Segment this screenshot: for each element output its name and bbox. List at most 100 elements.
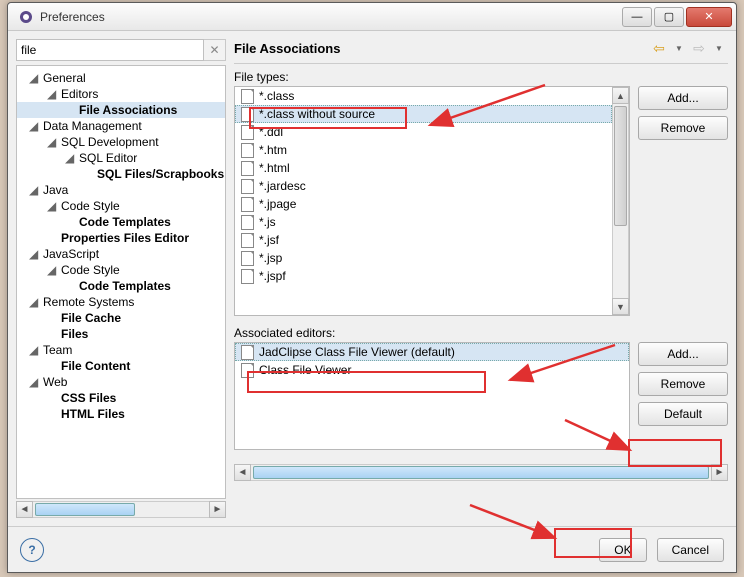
tree-item[interactable]: Code Templates [17,278,225,294]
tree-item[interactable]: File Content [17,358,225,374]
tree-item[interactable]: Properties Files Editor [17,230,225,246]
tree-item-label: Team [43,343,72,357]
twisty-icon[interactable]: ◢ [47,87,57,97]
scroll-thumb[interactable] [253,466,709,479]
scroll-thumb[interactable] [35,503,135,516]
filetype-label: *.class [259,89,294,103]
twisty-icon[interactable]: ◢ [29,183,39,193]
cancel-button[interactable]: Cancel [657,538,724,562]
scroll-left-arrow[interactable]: ◄ [16,501,33,518]
scroll-right-arrow[interactable]: ► [711,464,728,481]
maximize-button[interactable]: ▢ [654,7,684,27]
scroll-right-arrow[interactable]: ► [209,501,226,518]
chevron-down-icon: ▼ [715,44,723,53]
editor-item[interactable]: Class File Viewer [235,361,629,379]
scroll-thumb[interactable] [614,106,627,226]
filetypes-add-button[interactable]: Add... [638,86,728,110]
twisty-icon[interactable]: ◢ [47,199,57,209]
twisty-icon[interactable]: ◢ [47,135,57,145]
tree-item[interactable]: CSS Files [17,390,225,406]
nav-back-menu[interactable]: ▼ [670,39,688,57]
filetype-item[interactable]: *.class [235,87,612,105]
editor-item[interactable]: JadClipse Class File Viewer (default) [235,343,629,361]
tree-item[interactable]: File Cache [17,310,225,326]
minimize-button[interactable]: ― [622,7,652,27]
tree-item[interactable]: Code Templates [17,214,225,230]
editor-label: Class File Viewer [259,363,351,377]
scroll-up-arrow[interactable]: ▲ [612,87,629,104]
filetypes-vscrollbar[interactable]: ▲ ▼ [612,87,629,315]
file-icon [239,214,255,230]
filetype-label: *.htm [259,143,287,157]
tree-item-label: Code Style [61,199,120,213]
twisty-icon[interactable]: ◢ [47,263,57,273]
nav-forward-button[interactable]: ⇨ [690,39,708,57]
tree-item[interactable]: ◢Editors [17,86,225,102]
clear-filter-button[interactable]: ✕ [204,39,226,61]
editors-default-button[interactable]: Default [638,402,728,426]
help-button[interactable]: ? [20,538,44,562]
tree-item[interactable]: Files [17,326,225,342]
close-button[interactable]: ✕ [686,7,732,27]
tree-item[interactable]: ◢SQL Development [17,134,225,150]
tree-item-label: File Content [61,359,130,373]
editor-label: JadClipse Class File Viewer (default) [259,345,455,359]
scroll-down-arrow[interactable]: ▼ [612,298,629,315]
editors-remove-button[interactable]: Remove [638,372,728,396]
editors-add-button[interactable]: Add... [638,342,728,366]
tree-item[interactable]: File Associations [17,102,225,118]
main-hscrollbar[interactable]: ◄ ► [234,464,728,481]
sidebar: ✕ ◢General◢EditorsFile Associations◢Data… [16,39,226,518]
tree-item-label: Remote Systems [43,295,134,309]
tree-item[interactable]: ◢ Remote Systems [17,294,225,310]
twisty-icon[interactable]: ◢ [65,151,75,161]
filetype-item[interactable]: *.jspf [235,267,612,285]
file-icon [239,196,255,212]
filetype-item[interactable]: *.js [235,213,612,231]
preferences-tree[interactable]: ◢General◢EditorsFile Associations◢Data M… [16,65,226,499]
tree-item[interactable]: HTML Files [17,406,225,422]
tree-item[interactable]: ◢Data Management [17,118,225,134]
filetype-label: *.js [259,215,276,229]
page-title: File Associations [234,41,648,56]
scroll-left-arrow[interactable]: ◄ [234,464,251,481]
tree-item[interactable]: SQL Files/Scrapbooks [17,166,225,182]
nav-back-button[interactable]: ⇦ [650,39,668,57]
file-icon [239,88,255,104]
filetype-item[interactable]: *.html [235,159,612,177]
tree-item-label: Code Templates [79,215,171,229]
tree-item[interactable]: ◢Web [17,374,225,390]
tree-item-label: Properties Files Editor [61,231,189,245]
editors-list[interactable]: JadClipse Class File Viewer (default) Cla… [234,342,630,450]
tree-item[interactable]: ◢General [17,70,225,86]
tree-item[interactable]: ◢JavaScript [17,246,225,262]
filetypes-list[interactable]: *.class *.class without source*.ddl *.htm *… [234,86,630,316]
filetype-item[interactable]: *.htm [235,141,612,159]
twisty-icon[interactable]: ◢ [29,119,39,129]
tree-item[interactable]: ◢Java [17,182,225,198]
main-panel: File Associations ⇦ ▼ ⇨ ▼ File types: *.… [234,39,728,518]
ok-button[interactable]: OK [599,538,646,562]
filetype-item[interactable]: *.ddl [235,123,612,141]
tree-item[interactable]: ◢ Team [17,342,225,358]
tree-item[interactable]: ◢ Code Style [17,198,225,214]
sidebar-hscrollbar[interactable]: ◄ ► [16,501,226,518]
filetype-item[interactable]: *.jsf [235,231,612,249]
twisty-icon[interactable]: ◢ [29,295,39,305]
nav-forward-menu[interactable]: ▼ [710,39,728,57]
preferences-window: Preferences ― ▢ ✕ ✕ ◢General◢EditorsFile… [7,2,737,573]
tree-item[interactable]: ◢SQL Editor [17,150,225,166]
twisty-icon[interactable]: ◢ [29,247,39,257]
twisty-icon[interactable]: ◢ [29,375,39,385]
filetypes-remove-button[interactable]: Remove [638,116,728,140]
filetype-item[interactable]: *.jsp [235,249,612,267]
twisty-icon[interactable]: ◢ [29,343,39,353]
tree-item[interactable]: ◢Code Style [17,262,225,278]
filetype-item[interactable]: *.jardesc [235,177,612,195]
app-icon [18,9,34,25]
titlebar[interactable]: Preferences ― ▢ ✕ [8,3,736,31]
filetype-item[interactable]: *.class without source [235,105,612,123]
twisty-icon[interactable]: ◢ [29,71,39,81]
filetype-item[interactable]: *.jpage [235,195,612,213]
filter-input[interactable] [16,39,204,61]
